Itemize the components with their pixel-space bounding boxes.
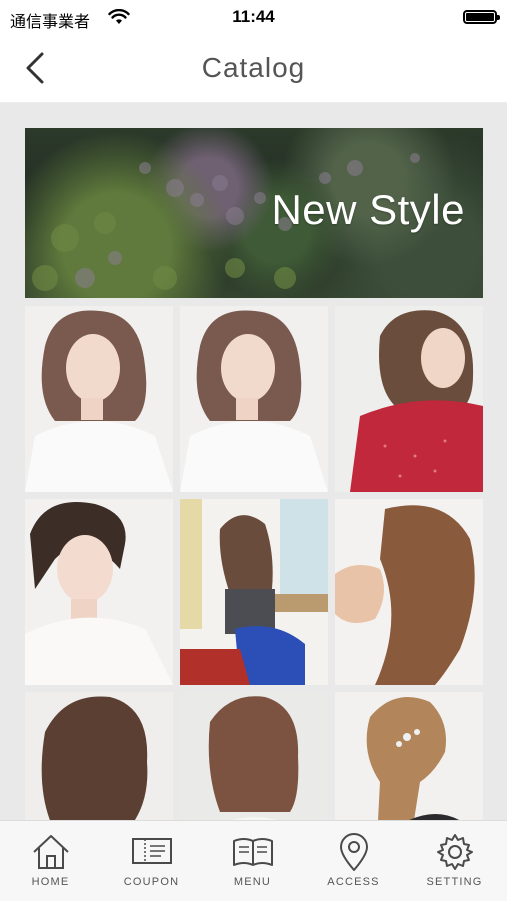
- status-time: 11:44: [232, 7, 275, 26]
- tab-coupon-label: COUPON: [123, 876, 180, 888]
- gear-icon: [437, 834, 473, 870]
- page-title: Catalog: [201, 52, 306, 83]
- hairstyle-photo-4[interactable]: [25, 499, 173, 685]
- navigation-bar: Catalog: [0, 34, 507, 103]
- tab-access[interactable]: ACCESS: [303, 821, 404, 901]
- catalog-content: New Style: [0, 103, 507, 820]
- tab-bar: HOME COUPON MENU ACCESS SETTING: [0, 820, 507, 901]
- tab-menu[interactable]: MENU: [202, 821, 303, 901]
- tab-home-label: HOME: [31, 876, 70, 888]
- tab-coupon[interactable]: COUPON: [101, 821, 202, 901]
- status-bar: 通信事業者 11:44: [0, 0, 507, 34]
- coupon-icon: [132, 838, 172, 864]
- tab-access-label: ACCESS: [327, 876, 380, 888]
- hairstyle-photo-5[interactable]: [180, 499, 328, 685]
- hairstyle-photo-8[interactable]: [180, 692, 328, 820]
- tab-menu-label: MENU: [233, 876, 272, 888]
- location-pin-icon: [340, 833, 368, 871]
- home-icon: [33, 835, 69, 869]
- hairstyle-photo-7[interactable]: [25, 692, 173, 820]
- new-style-banner[interactable]: New Style: [25, 128, 483, 298]
- tab-setting-label: SETTING: [426, 876, 483, 888]
- hairstyle-photo-6[interactable]: [335, 499, 483, 685]
- hairstyle-photo-9[interactable]: [335, 692, 483, 820]
- hairstyle-photo-3[interactable]: [335, 306, 483, 492]
- banner-title: New Style: [271, 186, 465, 233]
- tab-setting[interactable]: SETTING: [404, 821, 505, 901]
- tab-home[interactable]: HOME: [0, 821, 101, 901]
- hairstyle-photo-2[interactable]: [180, 306, 328, 492]
- battery-icon: [463, 10, 500, 24]
- hairstyle-photo-1[interactable]: [25, 306, 173, 492]
- menu-book-icon: [233, 838, 273, 866]
